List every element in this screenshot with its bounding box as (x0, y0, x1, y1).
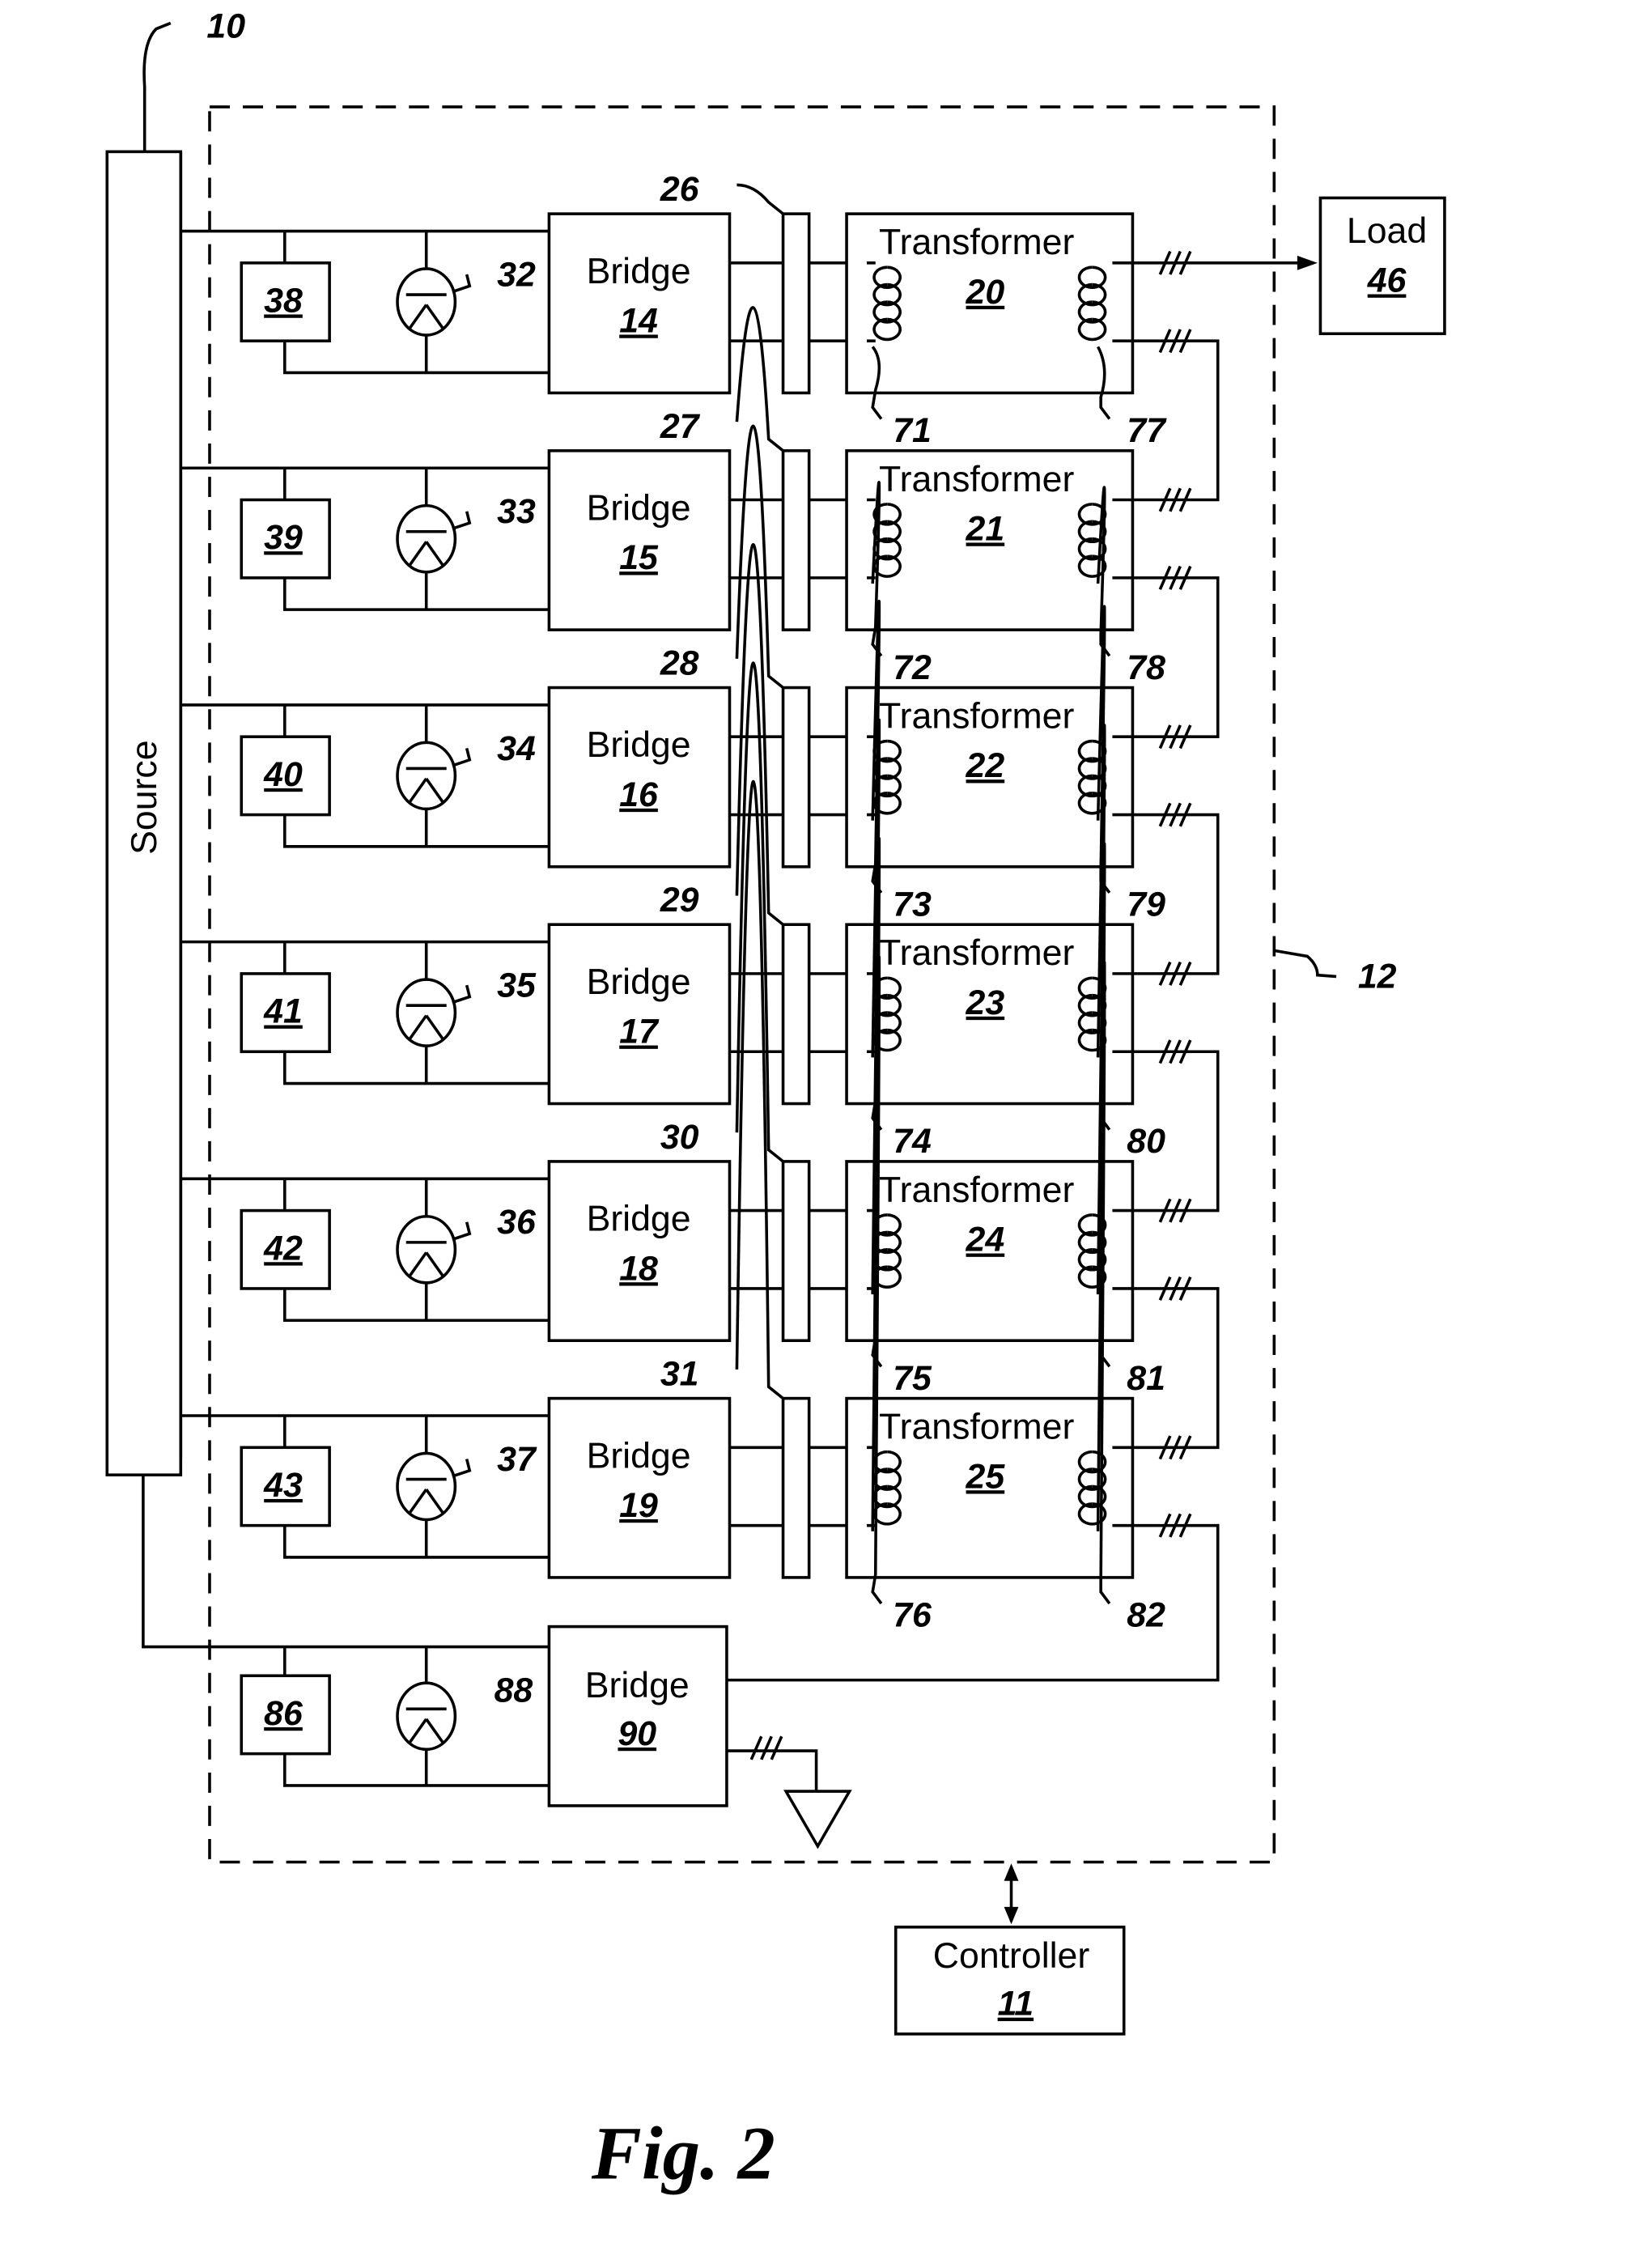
link-ref: 28 (660, 643, 699, 682)
transformer-ref: 23 (966, 983, 1005, 1022)
aux-box-ref: 43 (263, 1466, 303, 1505)
transformer-label: Transformer (879, 1170, 1074, 1210)
wiring (180, 940, 550, 1085)
wiring (180, 466, 550, 611)
bridge-ref: 17 (619, 1013, 660, 1051)
leader-line (1274, 949, 1337, 979)
link-ref: 27 (660, 407, 701, 446)
wiring (180, 1177, 550, 1323)
transformer-label: Transformer (879, 1408, 1074, 1447)
capacitor-ref: 36 (497, 1203, 537, 1242)
bridge-label: Bridge (585, 1666, 690, 1705)
leader-line (142, 21, 172, 152)
neutral-feed (142, 1475, 550, 1649)
primary-winding-ref: 76 (893, 1596, 932, 1635)
transformer-label: Transformer (879, 460, 1074, 499)
bridge-ref: 18 (619, 1249, 658, 1288)
bridge-ref: 15 (619, 538, 659, 577)
controller-ref: 11 (998, 1985, 1034, 2024)
capacitor-icon (396, 1214, 457, 1285)
source-label: Source (125, 740, 164, 854)
link-bar (781, 449, 811, 631)
bridge-label: Bridge (587, 962, 691, 1002)
figure-caption: Fig. 2 (591, 2112, 775, 2195)
capacitor-icon (396, 741, 457, 811)
capacitor-ref: 88 (495, 1671, 533, 1709)
primary-winding-ref: 74 (893, 1122, 932, 1161)
aux-box-ref: 41 (263, 992, 303, 1031)
bridge-label: Bridge (587, 725, 691, 765)
bridge-label: Bridge (587, 252, 691, 291)
bridge-ref: 14 (619, 301, 658, 340)
capacitor-ref: 34 (497, 729, 536, 768)
enclosure-ref: 12 (1358, 958, 1397, 996)
aux-box-ref: 86 (264, 1694, 304, 1733)
bridge-label: Bridge (587, 488, 691, 528)
three-phase-mark-icon (1158, 961, 1192, 1064)
three-phase-mark-icon (1158, 1198, 1192, 1301)
capacitor-ref: 33 (497, 492, 536, 531)
system-ref: 10 (206, 6, 245, 45)
link-ref: 29 (660, 881, 699, 920)
aux-box-ref: 39 (264, 518, 303, 557)
capacitor-icon (396, 1451, 457, 1522)
secondary-winding-ref: 82 (1127, 1596, 1165, 1635)
secondary-winding-ref: 78 (1127, 648, 1165, 687)
primary-winding-ref: 71 (893, 411, 932, 450)
link-ref: 31 (660, 1355, 699, 1394)
capacitor-icon (396, 1681, 457, 1752)
capacitor-icon (396, 267, 457, 337)
bridge-ref: 19 (619, 1486, 658, 1525)
link-ref: 26 (660, 170, 700, 209)
transformer-ref: 21 (966, 509, 1005, 548)
transformer-ref: 24 (966, 1221, 1005, 1259)
wiring (180, 229, 550, 375)
aux-box-ref: 38 (264, 281, 303, 320)
ground-icon (783, 1790, 852, 1850)
three-phase-mark-icon (749, 1735, 783, 1760)
three-phase-mark-icon (1158, 487, 1192, 590)
transformer-ref: 20 (966, 273, 1005, 312)
transformer-ref: 25 (966, 1457, 1006, 1496)
capacitor-icon (396, 503, 457, 574)
load-label: Load (1347, 211, 1427, 251)
transformer-label: Transformer (879, 223, 1074, 262)
capacitor-ref: 32 (497, 255, 536, 294)
three-phase-mark-icon (1158, 1435, 1192, 1538)
load-ref: 46 (1367, 261, 1407, 300)
bridge-label: Bridge (587, 1436, 691, 1476)
link-bar (781, 212, 811, 395)
three-phase-mark-icon (1158, 250, 1192, 354)
link-bar (781, 1396, 811, 1579)
transformer-label: Transformer (879, 696, 1074, 736)
transformer-label: Transformer (879, 933, 1074, 973)
primary-winding-ref: 72 (893, 648, 932, 687)
capacitor-icon (396, 978, 457, 1047)
secondary-winding-ref: 77 (1127, 411, 1167, 450)
link-bar (781, 1160, 811, 1342)
bridge-ref: 16 (619, 775, 659, 814)
wiring (180, 1414, 550, 1559)
link-bar (781, 923, 811, 1106)
link-bar (781, 686, 811, 869)
secondary-winding-ref: 81 (1127, 1359, 1165, 1398)
primary-winding-ref: 75 (893, 1359, 932, 1398)
capacitor-ref: 35 (497, 966, 537, 1004)
link-ref: 30 (660, 1118, 699, 1157)
arrow-icon (1297, 255, 1318, 270)
bridge-ref: 90 (618, 1714, 656, 1753)
three-phase-mark-icon (1158, 724, 1192, 827)
primary-winding-ref: 73 (893, 886, 932, 924)
transformer-ref: 22 (966, 746, 1005, 785)
controller-label: Controller (933, 1936, 1090, 1976)
secondary-winding-ref: 79 (1127, 886, 1165, 924)
circuit-diagram: 10 12 Source Load 46 Controller 11 38 32 B… (105, 6, 1446, 2195)
wiring (180, 703, 550, 848)
bridge-label: Bridge (587, 1200, 691, 1239)
aux-box-ref: 40 (263, 755, 303, 794)
secondary-winding-ref: 80 (1127, 1122, 1165, 1161)
aux-box-ref: 42 (263, 1229, 303, 1268)
capacitor-ref: 37 (497, 1440, 537, 1479)
